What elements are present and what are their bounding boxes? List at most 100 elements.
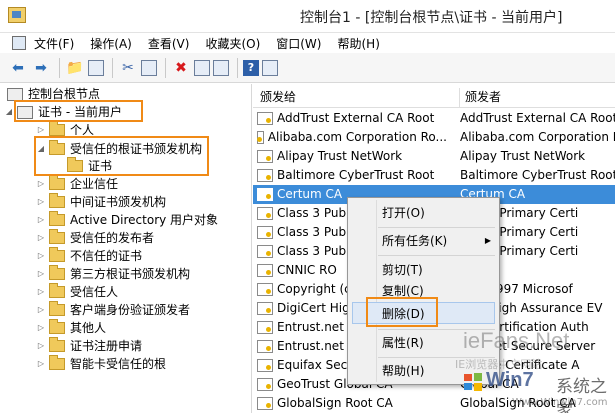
folder-icon: [49, 211, 65, 226]
collapsed-triangle-icon[interactable]: ▷: [36, 265, 46, 283]
toolbar-separator: [59, 57, 60, 78]
highlight-box-delete: [366, 297, 438, 327]
cell-issued-to: Baltimore CyberTrust Root: [277, 168, 435, 182]
tree-item-enterprise-trust[interactable]: ▷ 企业信任: [36, 175, 118, 193]
certificate-icon: [257, 245, 273, 258]
mmc-app-icon: [8, 7, 26, 23]
tree-item-label: 智能卡受信任的根: [70, 357, 167, 371]
tree-item-label: 受信任的发布者: [70, 231, 155, 245]
table-row[interactable]: Baltimore CyberTrust Root Baltimore Cyber…: [253, 166, 615, 185]
cell-issued-to: Class 3 Publ: [277, 225, 350, 239]
context-menu-all-tasks-label: 所有任务(K): [382, 234, 448, 248]
menu-favorites[interactable]: 收藏夹(O): [205, 35, 260, 52]
tree-item-other-people[interactable]: ▷ 其他人: [36, 319, 106, 337]
up-folder-icon[interactable]: 📁: [65, 58, 85, 78]
folder-icon: [49, 229, 65, 244]
collapsed-triangle-icon[interactable]: ▷: [36, 337, 46, 355]
cell-issued-by: Baltimore CyberTrust Root: [460, 168, 615, 182]
menu-separator: [378, 227, 495, 228]
console-tree: 控制台根节点 ◢ 证书 - 当前用户 ▷ 个人 ◢ 受信任的根证书颁发机构 证书…: [0, 84, 252, 413]
cell-issued-to: DigiCert High: [277, 301, 358, 315]
cell-issued-to: Alipay Trust NetWork: [277, 149, 403, 163]
tree-item-label: 第三方根证书颁发机构: [70, 267, 191, 281]
context-menu-all-tasks[interactable]: 所有任务(K) ▶: [348, 230, 499, 252]
cell-issued-to: AddTrust External CA Root: [277, 111, 435, 125]
certificate-icon: [257, 188, 273, 201]
windows-logo-icon: [464, 373, 482, 391]
tree-item-trusted-publishers[interactable]: ▷ 受信任的发布者: [36, 229, 154, 247]
collapsed-triangle-icon[interactable]: ▷: [36, 355, 46, 373]
highlight-box-trusted-root: [34, 136, 209, 176]
tree-item-smartcard-root[interactable]: ▷ 智能卡受信任的根: [36, 355, 166, 373]
tree-item-client-auth-issuers[interactable]: ▷ 客户端身份验证颁发者: [36, 301, 190, 319]
column-header-issued-to[interactable]: 颁发给: [260, 88, 296, 105]
tree-item-active-directory[interactable]: ▷ Active Directory 用户对象: [36, 211, 218, 229]
menu-separator: [378, 255, 495, 256]
tree-item-enrollment-requests[interactable]: ▷ 证书注册申请: [36, 337, 142, 355]
title-bar: 控制台1 - [控制台根节点\证书 - 当前用户]: [0, 0, 615, 33]
expanded-triangle-icon[interactable]: ◢: [4, 103, 14, 121]
tree-item-label: 客户端身份验证颁发者: [70, 303, 191, 317]
cell-issued-to: CNNIC RO: [277, 263, 337, 277]
watermark-site: ieFans.Net: [463, 328, 570, 353]
export-icon[interactable]: [213, 59, 229, 76]
cell-issued-to: Class 3 Publ: [277, 244, 350, 258]
toolbar-separator: [165, 57, 166, 78]
menu-action[interactable]: 操作(A): [90, 35, 132, 52]
cell-issued-to: GlobalSign Root CA: [277, 396, 393, 410]
collapsed-triangle-icon[interactable]: ▷: [36, 229, 46, 247]
delete-icon[interactable]: ✖: [171, 58, 191, 78]
context-menu-open[interactable]: 打开(O): [348, 202, 499, 224]
collapsed-triangle-icon[interactable]: ▷: [36, 247, 46, 265]
back-arrow-icon[interactable]: ⬅: [8, 58, 28, 78]
forward-arrow-icon[interactable]: ➡: [31, 58, 51, 78]
folder-icon: [49, 283, 65, 298]
highlight-box-cert-store: [14, 100, 143, 122]
watermark-win7: Win7: [486, 369, 534, 391]
table-row[interactable]: AddTrust External CA Root AddTrust Extern…: [253, 109, 615, 128]
cell-issued-by: Alibaba.com Corporation Ro...: [460, 130, 615, 144]
menu-window[interactable]: 窗口(W): [276, 35, 321, 52]
certificate-icon: [257, 112, 273, 125]
collapsed-triangle-icon[interactable]: ▷: [36, 175, 46, 193]
context-menu-cut[interactable]: 剪切(T): [348, 259, 499, 281]
tree-item-label: 企业信任: [70, 177, 119, 191]
menu-help[interactable]: 帮助(H): [337, 35, 379, 52]
cell-issued-to: Class 3 Publ: [277, 206, 350, 220]
show-hide-tree-icon[interactable]: [88, 59, 104, 76]
certificate-icon: [257, 359, 273, 372]
table-row[interactable]: Alibaba.com Corporation Ro... Alibaba.com…: [253, 128, 615, 147]
cut-icon[interactable]: ✂: [118, 58, 138, 78]
table-row[interactable]: Alipay Trust NetWork Alipay Trust NetWork: [253, 147, 615, 166]
tree-item-label: 不信任的证书: [70, 249, 143, 263]
folder-icon: [49, 121, 65, 136]
certificate-icon: [257, 264, 273, 277]
tree-item-untrusted[interactable]: ▷ 不信任的证书: [36, 247, 142, 265]
help-icon[interactable]: ?: [243, 59, 259, 76]
menu-file[interactable]: 文件(F): [34, 35, 74, 52]
collapsed-triangle-icon[interactable]: ▷: [36, 283, 46, 301]
collapsed-triangle-icon[interactable]: ▷: [36, 211, 46, 229]
tree-item-label: Active Directory 用户对象: [70, 213, 219, 227]
menu-view[interactable]: 查看(V): [148, 35, 190, 52]
toolbar: ⬅ ➡ 📁 ✂ ✖ ?: [0, 53, 615, 83]
column-header-issued-by[interactable]: 颁发者: [459, 88, 501, 108]
show-panel-icon[interactable]: [262, 59, 278, 76]
collapsed-triangle-icon[interactable]: ▷: [36, 319, 46, 337]
certificate-icon: [257, 321, 273, 334]
tree-item-intermediate-ca[interactable]: ▷ 中间证书颁发机构: [36, 193, 166, 211]
tree-item-trusted-people[interactable]: ▷ 受信任人: [36, 283, 118, 301]
collapsed-triangle-icon[interactable]: ▷: [36, 193, 46, 211]
cell-issued-to: Alibaba.com Corporation Ro...: [267, 130, 447, 144]
folder-icon: [49, 265, 65, 280]
properties-icon[interactable]: [194, 59, 210, 76]
tree-item-third-party-root[interactable]: ▷ 第三方根证书颁发机构: [36, 265, 190, 283]
menu-bar: 文件(F) 操作(A) 查看(V) 收藏夹(O) 窗口(W) 帮助(H): [0, 33, 615, 53]
folder-icon: [49, 319, 65, 334]
cell-issued-by: AddTrust External CA Root: [460, 111, 615, 125]
console-document-icon[interactable]: [12, 36, 26, 50]
copy-icon[interactable]: [141, 59, 157, 76]
collapsed-triangle-icon[interactable]: ▷: [36, 301, 46, 319]
tree-item-label: 受信任人: [70, 285, 119, 299]
submenu-arrow-icon: ▶: [484, 236, 491, 245]
